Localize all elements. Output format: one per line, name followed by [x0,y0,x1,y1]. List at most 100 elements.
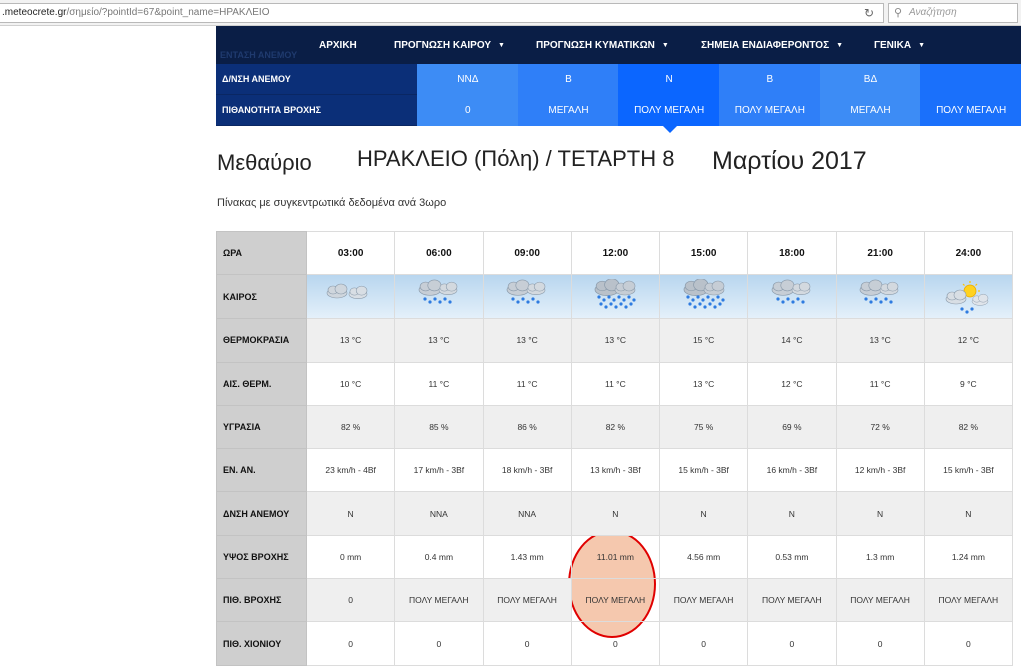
nav-item-general[interactable]: ΓΕΝΙΚΑ ▼ [874,26,925,64]
reload-icon[interactable]: ↻ [860,5,878,21]
table-cell: 1.3 mm [835,534,925,580]
row-label: ΔΝΣΗ ΑΝΕΜΟΥ [216,491,307,536]
cell-value: 0 [701,638,706,649]
table-cell: 11.01 mm [570,534,661,580]
cloudy-icon [307,275,395,319]
table-cell: 1.43 mm [482,534,572,580]
cell-value: 13 °C [428,335,450,346]
cell-value: ΠΟΛΥ ΜΕΓΑΛΗ [497,595,557,606]
table-cell: 82 % [305,404,396,450]
weather-cell [570,274,661,320]
table-cell: N [923,491,1014,536]
cell-value: 4.56 mm [687,551,721,562]
hour-cell: 06:00 [394,230,484,276]
table-cell: 18 km/h - 3Bf [482,448,572,493]
cell-value: 0 mm [340,551,362,562]
strip-label-rain-probability: ΠΙΘΑΝΟΤΗΤΑ ΒΡΟΧΗΣ [216,95,417,126]
weather-cell [658,274,749,320]
nav-item-wave-forecast[interactable]: ΠΡΟΓΝΩΣΗ ΚΥΜΑΤΙΚΩΝ ▼ [536,26,669,64]
hour-cell: 03:00 [305,230,396,276]
table-cell: 12 °C [747,361,837,406]
cell-value: 11 °C [605,378,626,389]
table-cell: 12 °C [923,318,1014,363]
row-label: ΘΕΡΜΟΚΡΑΣΙΑ [216,318,307,363]
cell-value: 14 °C [781,335,803,346]
cell-value: 11 °C [869,378,891,389]
row-label: ΥΨΟΣ ΒΡΟΧΗΣ [216,534,307,580]
cell-value: 12 °C [781,378,803,389]
strip-rain-probability-cell[interactable]: ΜΕΓΑΛΗ [819,95,922,126]
strip-rain-probability-cell[interactable]: ΠΟΛΥ ΜΕΓΑΛΗ [920,95,1021,126]
cell-value: 0 [348,595,353,606]
cell-value: 82 % [605,422,626,433]
cell-value: ΠΟΛΥ ΜΕΓΑΛΗ [850,595,910,606]
cell-value: ΠΟΛΥ ΜΕΓΑΛΗ [938,595,999,606]
table-cell: 0 [658,621,749,666]
forecast-table: ΩΡΑ 03:00 06:00 09:00 12:00 15:00 18:00 21:00 24… [216,230,1014,666]
cell-value: 17 km/h - 3Bf [413,465,465,476]
caret-down-icon: ▼ [836,42,844,49]
nav-item-label: ΠΡΟΓΝΩΣΗ ΚΑΙΡΟΥ [394,40,491,51]
strip-rain-probability-cell[interactable]: ΜΕΓΑΛΗ [517,95,620,126]
table-cell: 0 [570,621,661,666]
cell-value: 69 % [782,422,802,433]
strip-wind-direction-cell[interactable]: Β [719,64,821,95]
cell-value: 13 km/h - 3Bf [590,465,641,476]
url-host: .meteocrete.gr [2,7,67,18]
strip-wind-direction-cell[interactable]: ΝΝΔ [417,64,519,95]
table-cell: 4.56 mm [658,534,749,580]
table-cell: 13 °C [482,318,572,363]
table-cell: 85 % [394,404,484,450]
strip-rain-probability-cell[interactable]: ΠΟΛΥ ΜΕΓΑΛΗ [719,95,821,126]
strip-wind-direction-cell[interactable]: Β [517,64,620,95]
main-navigation: ΕΝΤΑΣΗ ΑΝΕΜΟΥ ΑΡΧΙΚΗ ΠΡΟΓΝΩΣΗ ΚΑΙΡΟΥ ▼ ΠΡ… [216,26,1021,64]
search-input[interactable]: ⚲ Αναζήτηση [888,3,1018,23]
cell-value: 82 % [340,422,361,433]
cell-value: 0.53 mm [775,551,809,562]
cell-value: N [788,508,795,519]
cell-value: 13 °C [516,335,538,346]
nav-item-label: ΠΡΟΓΝΩΣΗ ΚΥΜΑΤΙΚΩΝ [536,40,655,51]
strip-wind-direction-cell[interactable]: Ν [618,64,720,95]
cell-value: NNA [429,508,448,519]
strip-rain-probability-cell[interactable]: ΠΟΛΥ ΜΕΓΑΛΗ [618,95,720,126]
table-cell: 13 °C [570,318,661,363]
table-row: ΠΙΘ. ΧΙΟΝΙΟΥ 0 0 0 0 0 0 0 0 [216,621,1014,666]
hour-cell: 24:00 [923,230,1014,276]
strip-wind-direction-cell[interactable] [920,64,1021,95]
table-cell: N [658,491,749,536]
cell-value: N [965,508,972,519]
nav-item-weather-forecast[interactable]: ΠΡΟΓΝΩΣΗ ΚΑΙΡΟΥ ▼ [394,26,505,64]
weather-cell [835,274,925,320]
table-cell: 14 °C [747,318,837,363]
cell-value: N [612,508,619,519]
strip-rain-probability-cell[interactable]: 0 [417,95,519,126]
rain-icon [836,275,924,319]
browser-toolbar: .meteocrete.gr/σημείο/?pointId=67&point_… [0,0,1021,26]
nav-item-points-of-interest[interactable]: ΣΗΜΕΙΑ ΕΝΔΙΑΦΕΡΟΝΤΟΣ ▼ [701,26,843,64]
table-cell: 13 °C [835,318,925,363]
cell-value: N [877,508,884,519]
table-cell: 0 [835,621,925,666]
nav-item-home[interactable]: ΑΡΧΙΚΗ [319,26,357,64]
cell-value: 9 °C [960,378,977,389]
table-cell: 11 °C [570,361,661,406]
address-bar[interactable]: .meteocrete.gr/σημείο/?pointId=67&point_… [0,3,884,23]
hour-cell: 09:00 [482,230,572,276]
cell-value: 13 °C [869,335,891,346]
row-label: ΕΝ. ΑΝ. [216,448,307,493]
table-cell: 75 % [658,404,749,450]
table-cell: 15 °C [658,318,749,363]
table-cell: 0 mm [305,534,396,580]
cell-value: 15 km/h - 3Bf [678,465,729,476]
cell-value: 72 % [870,422,890,433]
table-cell: 69 % [747,404,837,450]
strip-wind-direction-cell[interactable]: ΒΔ [819,64,922,95]
row-label: ΠΙΘ. ΧΙΟΝΙΟΥ [216,621,307,666]
cell-value: 10 °C [339,378,362,389]
cell-value: NNA [518,508,537,519]
table-description: Πίνακας με συγκεντρωτικά δεδομένα ανά 3ω… [217,197,447,209]
cell-value: 13 °C [339,335,362,346]
table-cell: 11 °C [394,361,484,406]
cell-value: 82 % [958,422,979,433]
